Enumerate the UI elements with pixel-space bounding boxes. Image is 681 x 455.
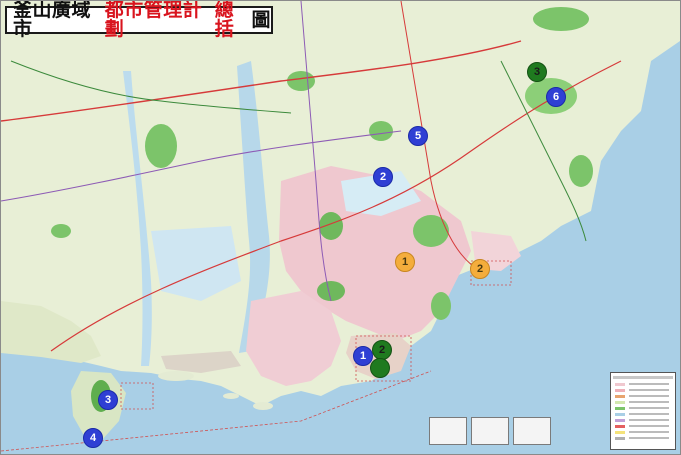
green-zone-8 <box>431 292 451 320</box>
island-small-1 <box>158 371 194 381</box>
title-part-2: 都市管理計劃 <box>104 0 203 40</box>
green-zone-3 <box>319 212 343 240</box>
city-plan-map <box>1 1 680 454</box>
site-marker-blue-4[interactable]: 4 <box>83 428 103 448</box>
map-title: 釜山廣域市 都市管理計劃 總括圖 <box>5 1 273 39</box>
inset-map-1 <box>429 417 467 445</box>
green-zone-5 <box>533 7 589 31</box>
site-marker-orange-1[interactable]: 1 <box>395 252 415 272</box>
inset-map-2 <box>471 417 509 445</box>
site-marker-blue-3[interactable]: 3 <box>98 390 118 410</box>
green-zone-11 <box>369 121 393 141</box>
green-zone-2 <box>287 71 315 91</box>
site-marker-green-2[interactable]: 2 <box>372 340 392 360</box>
inset-map-3 <box>513 417 551 445</box>
green-zone-4 <box>317 281 345 301</box>
green-zone-10 <box>51 224 71 238</box>
site-marker-blue-5[interactable]: 5 <box>408 126 428 146</box>
title-part-1: 釜山廣域市 <box>13 0 92 40</box>
site-marker-orange-2[interactable]: 2 <box>470 259 490 279</box>
site-marker-blue-6[interactable]: 6 <box>546 87 566 107</box>
site-marker-green-3[interactable]: 3 <box>527 62 547 82</box>
green-zone-7 <box>413 215 449 247</box>
map-frame: 釜山廣域市 都市管理計劃 總括圖 1 2 3 4 5 6 2 3 1 2 <box>0 0 681 455</box>
legend-swatches <box>613 376 673 440</box>
green-zone-1 <box>145 124 177 168</box>
island-small-2 <box>253 402 273 410</box>
title-part-3: 總括 <box>214 0 235 40</box>
title-part-4: 圖 <box>251 8 271 31</box>
site-marker-blue-2[interactable]: 2 <box>373 167 393 187</box>
island-small-3 <box>223 393 239 399</box>
site-marker-green-unlabeled[interactable] <box>370 358 390 378</box>
green-zone-9 <box>569 155 593 187</box>
map-legend <box>610 372 676 450</box>
